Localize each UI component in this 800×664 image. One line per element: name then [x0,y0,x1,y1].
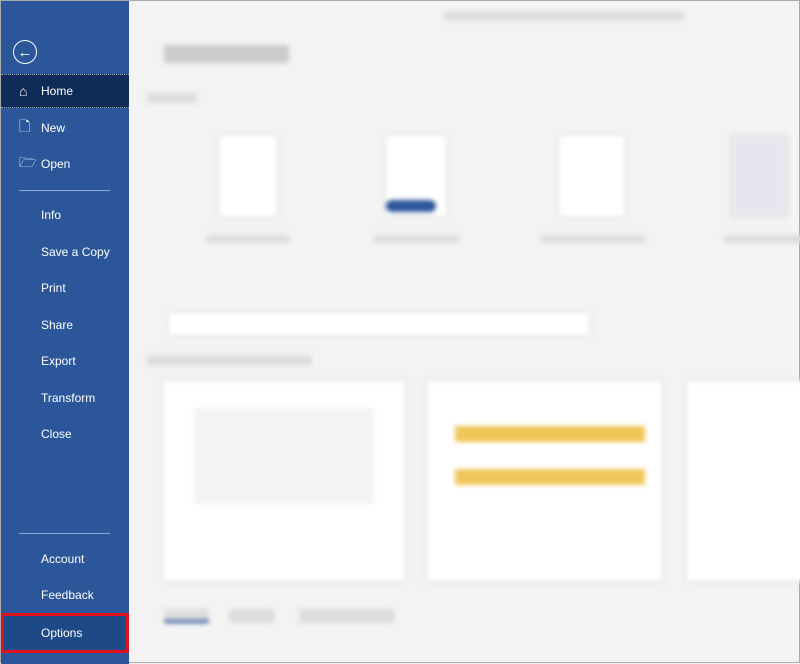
sidebar-item-label: Feedback [41,588,94,602]
template-label [541,235,646,243]
sidebar-item-label: Share [41,318,74,332]
sidebar-item-feedback[interactable]: Feedback [1,578,129,612]
divider [19,190,110,191]
document-icon: 🗋 [19,118,31,134]
sidebar-item-label: Info [41,208,62,222]
template-label [724,235,800,243]
home-icon: ⌂ [19,83,28,99]
sidebar-item-label: Export [41,354,76,368]
template-thumbnail[interactable] [732,136,787,216]
sidebar-item-open[interactable]: 🗁 Open [1,147,129,181]
template-thumbnail[interactable] [559,136,624,216]
tab-pinned[interactable] [229,609,274,623]
divider [19,533,110,534]
sidebar-item-label: Home [41,84,74,98]
recommended-file-card[interactable] [164,381,404,581]
sidebar-item-export[interactable]: Export [1,344,129,378]
sidebar-item-share[interactable]: Share [1,308,129,342]
tab-recent[interactable] [164,609,209,623]
tab-shared[interactable] [299,609,394,623]
blank-document-template[interactable] [219,136,277,216]
recommended-file-card[interactable] [427,381,662,581]
sidebar-item-transform[interactable]: Transform [1,381,129,415]
sidebar-item-label: Account [41,552,85,566]
sidebar-item-info[interactable]: Info [1,198,129,232]
sidebar-item-label: Print [41,281,66,295]
sidebar-item-label: Close [41,427,72,441]
search-input[interactable] [169,313,589,335]
recommended-heading [147,355,312,366]
sidebar-item-print[interactable]: Print [1,271,129,305]
sidebar-item-label: Open [41,157,71,171]
backstage-sidebar: ← ⌂ Home 🗋 New 🗁 Open Info Save a Copy Prin… [1,1,129,664]
folder-open-icon: 🗁 [19,154,37,170]
greeting-heading [164,45,289,63]
sidebar-item-label: Save a Copy [41,245,110,259]
sidebar-item-label: Transform [41,391,96,405]
sidebar-item-new[interactable]: 🗋 New [1,111,129,145]
template-label [207,235,289,243]
recommended-file-card[interactable] [687,381,800,581]
sidebar-item-account[interactable]: Account [1,542,129,576]
sidebar-item-options[interactable]: Options [1,613,129,653]
sidebar-item-home[interactable]: ⌂ Home [1,74,129,108]
blurred-home-content [129,1,800,662]
sidebar-item-label: Options [41,626,83,640]
arrow-left-icon: ← [17,43,33,61]
sidebar-item-close[interactable]: Close [1,417,129,451]
back-button[interactable]: ← [13,40,37,64]
new-section-heading [147,93,197,103]
sidebar-item-label: New [41,121,66,135]
account-area [444,11,684,21]
template-label [374,235,459,243]
template-thumbnail[interactable] [386,136,446,216]
sidebar-item-save-a-copy[interactable]: Save a Copy [1,235,129,269]
